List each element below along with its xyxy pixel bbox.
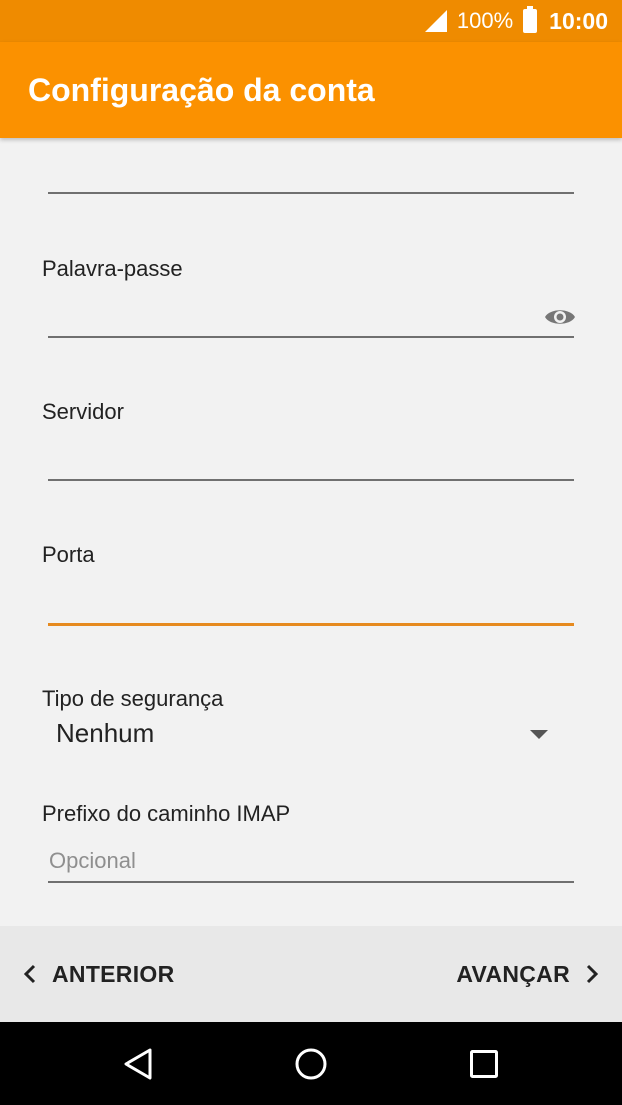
recents-icon [470,1049,498,1078]
system-navigation-bar [0,1022,622,1105]
security-type-select[interactable]: Nenhum [56,718,154,749]
home-button[interactable] [271,1022,351,1105]
imap-prefix-input[interactable]: Opcional [49,848,136,874]
username-field[interactable] [48,192,574,194]
status-bar: 100% 10:00 [0,0,622,42]
battery-icon [523,6,538,33]
chevron-right-icon [586,964,599,984]
page-title: Configuração da conta [28,71,375,108]
previous-button-label: ANTERIOR [52,960,175,987]
imap-prefix-label: Prefixo do caminho IMAP [42,801,291,826]
home-icon [295,1048,327,1079]
back-icon [124,1048,152,1079]
dropdown-caret-icon[interactable] [530,730,548,739]
app-bar: Configuração da conta [0,42,622,138]
server-field[interactable] [48,479,574,481]
back-button[interactable] [98,1022,178,1105]
security-type-label: Tipo de segurança [42,686,224,711]
server-label: Servidor [42,399,124,424]
password-field[interactable] [48,336,574,338]
eye-icon[interactable] [544,306,576,328]
imap-prefix-underline [48,881,574,883]
recents-button[interactable] [444,1022,524,1105]
clock: 10:00 [549,7,608,34]
signal-icon [424,10,447,32]
port-field[interactable] [48,623,574,626]
port-label: Porta [42,542,95,567]
footer-nav: ANTERIOR AVANÇAR [0,926,622,1022]
next-button[interactable]: AVANÇAR [456,961,600,988]
next-button-label: AVANÇAR [456,960,570,987]
password-label: Palavra-passe [42,256,183,281]
battery-percent: 100% [456,8,514,33]
previous-button[interactable]: ANTERIOR [22,961,175,988]
chevron-left-icon [23,964,36,984]
